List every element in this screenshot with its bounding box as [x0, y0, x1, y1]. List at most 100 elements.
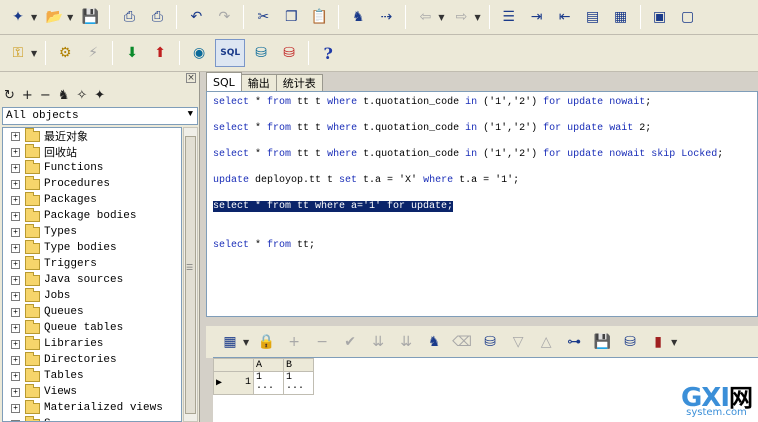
next-icon[interactable]: △ — [534, 330, 558, 354]
tree-node[interactable]: + Triggers — [3, 255, 181, 272]
grid-dropdown-icon[interactable]: ▼ — [243, 338, 249, 347]
session-icon[interactable]: ◉ — [187, 41, 211, 65]
delete-record-icon[interactable]: − — [310, 330, 334, 354]
expand-node-icon[interactable]: + — [11, 195, 20, 205]
find-icon[interactable]: ♞ — [58, 88, 70, 103]
expand-icon[interactable]: + — [22, 88, 33, 103]
tree-scrollbar[interactable]: ☰ — [183, 127, 198, 422]
chart-dropdown-icon[interactable]: ▼ — [671, 338, 677, 347]
pane-splitter[interactable] — [206, 318, 758, 326]
key-icon[interactable]: ⚿ — [6, 41, 30, 65]
tree-node[interactable]: + Materialized views — [3, 399, 181, 416]
save-icon[interactable]: 💾 — [78, 5, 102, 29]
post-icon[interactable]: ✔ — [338, 330, 362, 354]
add-record-icon[interactable]: + — [282, 330, 306, 354]
tree-node[interactable]: + Views — [3, 383, 181, 400]
comment-icon[interactable]: ▤ — [581, 5, 605, 29]
expand-node-icon[interactable]: + — [11, 179, 20, 189]
tree-node[interactable]: + Java sources — [3, 271, 181, 288]
gear-icon[interactable]: ⚙ — [53, 41, 77, 65]
expand-node-icon[interactable]: + — [11, 307, 20, 317]
execute-window-icon[interactable]: ▣ — [648, 5, 672, 29]
undo-icon[interactable]: ↶ — [184, 5, 208, 29]
expand-node-icon[interactable]: + — [11, 339, 20, 349]
expand-node-icon[interactable]: + — [11, 355, 20, 365]
tree-node[interactable]: + Functions — [3, 159, 181, 176]
tree-node[interactable]: + Directories — [3, 351, 181, 368]
code-line[interactable]: select * from tt t where t.quotation_cod… — [213, 123, 651, 134]
close-window-icon[interactable]: ▢ — [676, 5, 700, 29]
query-icon[interactable]: ⛁ — [618, 330, 642, 354]
indent-icon[interactable]: ⇥ — [525, 5, 549, 29]
code-line[interactable]: select * from tt t where t.quotation_cod… — [213, 149, 723, 160]
find-icon[interactable]: ♞ — [422, 330, 446, 354]
forward-icon[interactable]: ⇨ — [449, 5, 473, 29]
tree-node[interactable]: + Procedures — [3, 175, 181, 192]
save-icon[interactable]: 💾 — [590, 330, 614, 354]
filter-edit-icon[interactable]: ✦ — [94, 88, 105, 103]
new-dropdown-icon[interactable]: ▼ — [31, 13, 37, 22]
column-header-b[interactable]: B — [283, 358, 314, 372]
code-line[interactable]: select * from tt; — [213, 240, 315, 251]
import-icon[interactable]: ⬆ — [148, 41, 172, 65]
unindent-icon[interactable]: ⇤ — [553, 5, 577, 29]
column-header-a[interactable]: A — [253, 358, 284, 372]
expand-node-icon[interactable]: + — [11, 227, 20, 237]
tree-node[interactable]: + 最近对象 — [3, 128, 181, 144]
expand-node-icon[interactable]: + — [11, 131, 20, 141]
print-icon[interactable]: ⎙ — [117, 5, 141, 29]
tree-node[interactable]: + 回收站 — [3, 143, 181, 160]
sql-icon[interactable]: SQL — [215, 39, 246, 67]
refresh-icon[interactable]: ↻ — [4, 88, 15, 103]
scrollbar-thumb[interactable] — [185, 136, 196, 414]
cell-a[interactable]: 1 ··· — [253, 371, 284, 395]
tree-node[interactable]: + Types — [3, 223, 181, 240]
expand-node-icon[interactable]: + — [11, 259, 20, 269]
find-next-icon[interactable]: ⇢ — [374, 5, 398, 29]
tree-node[interactable]: + Jobs — [3, 287, 181, 304]
key-dropdown-icon[interactable]: ▼ — [31, 49, 37, 58]
tree-node[interactable]: + Package bodies — [3, 207, 181, 224]
tree-node[interactable]: + Tables — [3, 367, 181, 384]
break-icon[interactable]: ⚡ — [81, 41, 105, 65]
open-icon[interactable]: 📂 — [42, 5, 66, 29]
chart-icon[interactable]: ▮ — [646, 330, 670, 354]
expand-node-icon[interactable]: + — [11, 403, 20, 413]
export-icon[interactable]: ⛁ — [478, 330, 502, 354]
cell-b[interactable]: 1 ··· — [283, 371, 314, 395]
open-dropdown-icon[interactable]: ▼ — [67, 13, 73, 22]
tree-node[interactable]: + Packages — [3, 191, 181, 208]
tab-output[interactable]: 输出 — [240, 74, 277, 91]
close-icon[interactable]: × — [186, 73, 196, 83]
export-icon[interactable]: ⬇ — [120, 41, 144, 65]
expand-node-icon[interactable]: + — [11, 211, 20, 221]
object-filter-select[interactable]: All objects ▼ — [2, 107, 198, 125]
help-icon[interactable]: ? — [316, 41, 340, 65]
tree-node[interactable]: +S... — [3, 415, 181, 421]
table-row[interactable]: ▶ 1 1 ··· 1 ··· — [213, 371, 314, 395]
uncomment-icon[interactable]: ▦ — [609, 5, 633, 29]
expand-node-icon[interactable]: + — [11, 323, 20, 333]
expand-node-icon[interactable]: + — [11, 243, 20, 253]
fetch-last-icon[interactable]: ⇊ — [394, 330, 418, 354]
tab-statistics[interactable]: 统计表 — [275, 74, 323, 91]
expand-node-icon[interactable]: + — [11, 163, 20, 173]
prev-icon[interactable]: ▽ — [506, 330, 530, 354]
tree-node[interactable]: + Queues — [3, 303, 181, 320]
expand-node-icon[interactable]: + — [11, 275, 20, 285]
sql-editor[interactable]: select * from tt t where t.quotation_cod… — [206, 91, 758, 317]
commit-icon[interactable]: ⛁ — [249, 41, 273, 65]
code-line[interactable]: select * from tt t where t.quotation_cod… — [213, 97, 651, 108]
beautify-icon[interactable]: ☰ — [497, 5, 521, 29]
tree-node[interactable]: + Libraries — [3, 335, 181, 352]
expand-node-icon[interactable]: + — [11, 371, 20, 381]
filter-icon[interactable]: ✧ — [76, 88, 87, 103]
forward-dropdown-icon[interactable]: ▼ — [474, 13, 480, 22]
expand-node-icon[interactable]: + — [11, 387, 20, 397]
rollback-icon[interactable]: ⛁ — [277, 41, 301, 65]
chevron-down-icon[interactable]: ▼ — [188, 109, 193, 119]
code-line[interactable]: update deployop.tt t set t.a = 'X' where… — [213, 175, 519, 186]
tree-node[interactable]: + Queue tables — [3, 319, 181, 336]
redo-icon[interactable]: ↷ — [212, 5, 236, 29]
back-icon[interactable]: ⇦ — [413, 5, 437, 29]
